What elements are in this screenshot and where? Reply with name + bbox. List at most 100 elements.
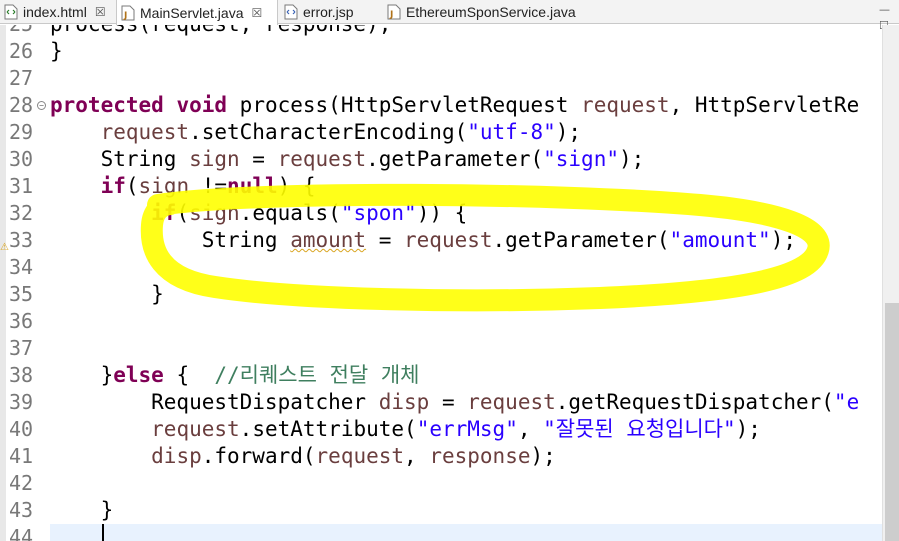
code-token: = (366, 228, 405, 252)
code-line: 41 disp.forward(request, response); (0, 443, 882, 470)
code-token: "sign" (543, 147, 619, 171)
code-token: .setAttribute( (239, 417, 417, 441)
code-text[interactable]: }else { //리퀘스트 전달 개체 (50, 362, 420, 389)
code-token: = (429, 390, 468, 414)
code-line: 38 }else { //리퀘스트 전달 개체 (0, 362, 882, 389)
code-line: 28− protected void process(HttpServletReq… (0, 92, 882, 119)
code-editor[interactable]: 25process(request, response);26}2728−pro… (0, 25, 882, 541)
code-token: request (151, 417, 240, 441)
code-token: , HttpServletRe (669, 93, 860, 117)
code-token: if (100, 174, 126, 198)
tab-label: EthereumSponService.java (406, 4, 576, 20)
svg-text:J: J (389, 10, 393, 20)
code-text[interactable]: } (50, 281, 164, 308)
code-token: void (176, 93, 228, 117)
code-line: 33 ⚠ String amount = request.getParameter… (0, 227, 882, 254)
code-token: "잘못된 요청입니다" (543, 417, 736, 441)
code-token: "e (833, 390, 860, 414)
code-token: disp (151, 444, 202, 468)
minimize-icon[interactable]: — (879, 4, 891, 16)
code-token: process(HttpServletRequest (227, 93, 582, 117)
scrollbar-thumb[interactable] (885, 303, 899, 541)
line-number: 37 (9, 336, 34, 360)
line-number: 40 (9, 417, 34, 441)
code-token: disp (378, 390, 430, 414)
code-token: } (50, 363, 114, 387)
code-token: request (100, 120, 190, 144)
collapse-fold-icon[interactable]: − (37, 101, 46, 110)
code-text[interactable]: if(sign !=null) { (50, 173, 316, 200)
code-token: != (189, 174, 228, 198)
close-tab-icon[interactable]: ☒ (252, 6, 263, 20)
code-token: response (429, 444, 531, 468)
tab-index-html[interactable]: index.html ☒ (0, 0, 115, 24)
code-text[interactable]: disp.forward(request, response); (50, 443, 556, 470)
line-number: 25 (9, 25, 41, 38)
code-text[interactable]: } (50, 38, 63, 65)
code-line: 32 if(sign.equals("spon")) { (0, 200, 882, 227)
code-text[interactable]: request.setCharacterEncoding("utf-8"); (50, 119, 581, 146)
code-text[interactable]: process(request, response); (50, 25, 391, 38)
code-token: .setCharacterEncoding( (189, 120, 468, 144)
code-text[interactable]: String amount = request.getParameter("am… (50, 227, 796, 254)
code-token: if (151, 201, 177, 225)
code-token: sign (189, 147, 240, 171)
jsp-file-icon (284, 4, 298, 20)
code-line: 31 if(sign !=null) { (0, 173, 882, 200)
line-number: 43 (9, 498, 34, 522)
tab-ethereumsponservice-java[interactable]: J EthereumSponService.java (383, 0, 603, 24)
tab-error-jsp[interactable]: error.jsp (280, 0, 380, 24)
code-token: protected (50, 93, 164, 117)
code-token: "errMsg" (416, 417, 518, 441)
line-number: 31 (9, 174, 34, 198)
java-file-icon: J (121, 5, 135, 21)
text-caret (102, 524, 104, 541)
code-token: ( (176, 201, 190, 225)
code-token: , (517, 417, 544, 441)
code-token: ); (555, 120, 582, 144)
code-token: ); (735, 417, 761, 441)
code-line: 35 } (0, 281, 882, 308)
code-token: String (50, 147, 190, 171)
code-text[interactable]: String sign = request.getParameter("sign… (50, 146, 645, 173)
close-tab-icon[interactable]: ☒ (95, 5, 106, 19)
editor-tab-bar: index.html ☒ J MainServlet.java ☒ error.… (0, 0, 899, 32)
line-number: 38 (9, 363, 34, 387)
code-line: 29 request.setCharacterEncoding("utf-8")… (0, 119, 882, 146)
line-number: 27 (9, 66, 34, 90)
code-token: request (581, 93, 670, 117)
code-line: 43 } (0, 497, 882, 524)
code-token: .equals( (239, 201, 341, 225)
code-token: request (467, 390, 556, 414)
code-token: amount (290, 228, 367, 252)
code-token: { (163, 363, 215, 387)
code-line: 27 (0, 65, 882, 92)
line-number: 42 (9, 471, 34, 495)
code-token: } (50, 498, 114, 522)
code-text[interactable]: } (50, 497, 114, 524)
code-line: 30 String sign = request.getParameter("s… (0, 146, 882, 173)
code-token: = (239, 147, 278, 171)
vertical-scrollbar[interactable] (882, 25, 899, 541)
code-token: "utf-8" (467, 120, 556, 144)
code-text[interactable]: RequestDispatcher disp = request.getRequ… (50, 389, 859, 416)
code-token: .getParameter( (492, 228, 670, 252)
warning-icon[interactable]: ⚠ (0, 234, 9, 253)
line-number: 36 (9, 309, 34, 333)
code-token: request (315, 444, 405, 468)
code-line: 44 (0, 524, 882, 541)
tab-mainservlet-java[interactable]: J MainServlet.java ☒ (116, 0, 278, 25)
code-text[interactable]: if(sign.equals("spon")) { (50, 200, 467, 227)
code-line: 40 request.setAttribute("errMsg", "잘못된 요… (0, 416, 882, 443)
line-number: 39 (9, 390, 34, 414)
code-text[interactable]: request.setAttribute("errMsg", "잘못된 요청입니… (50, 416, 761, 443)
code-token: } (50, 282, 164, 306)
code-line: 25 process(request, response); (0, 25, 882, 38)
code-text[interactable]: protected void process(HttpServletReques… (50, 92, 859, 119)
code-line: 36 (0, 308, 882, 335)
line-number: 33 (9, 228, 34, 252)
